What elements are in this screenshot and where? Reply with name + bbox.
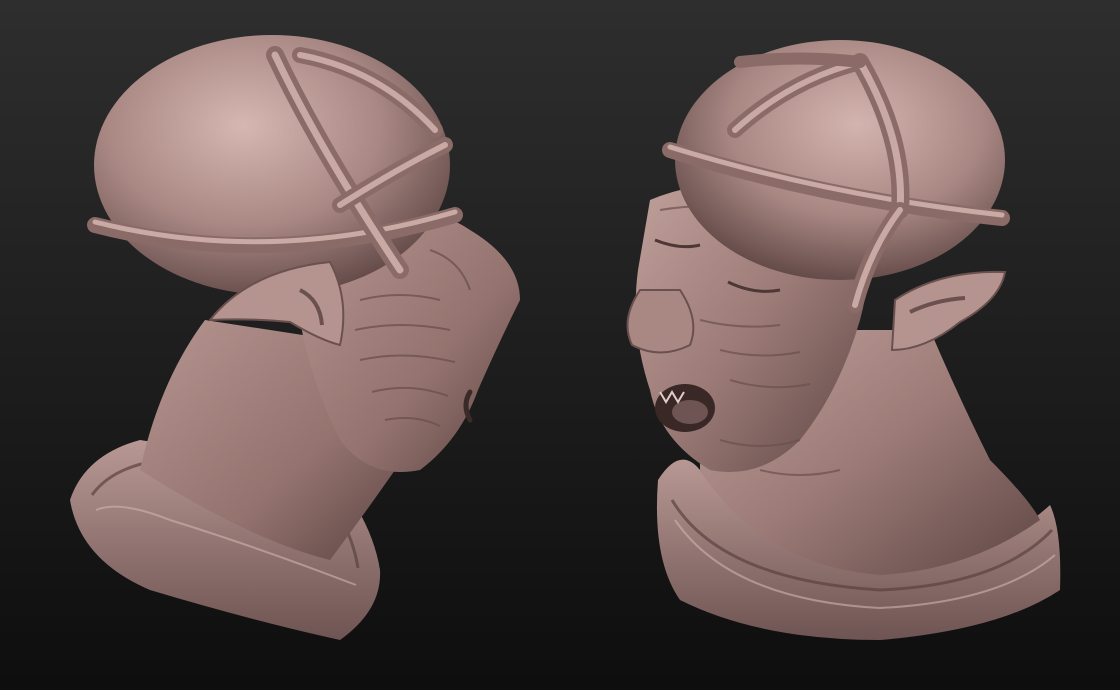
sculpt-render — [0, 0, 1120, 690]
right-nose — [626, 289, 695, 354]
sculpt-viewport — [0, 0, 1120, 690]
